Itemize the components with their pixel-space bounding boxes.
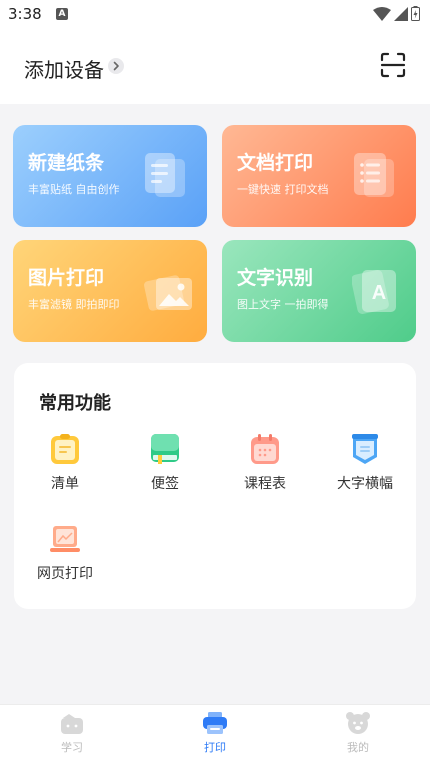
section-title: 常用功能 <box>39 393 111 414</box>
status-time: 3:38 <box>8 5 42 23</box>
text-recognition-card[interactable]: 文字识别 图上文字 一拍即得 A <box>222 240 416 342</box>
card-subtitle: 丰富滤镜 即拍即印 <box>28 298 120 311</box>
tab-label: 学习 <box>61 741 83 754</box>
banner-icon <box>352 434 378 464</box>
bottom-tab-bar: 学习 打印 我的 <box>0 704 430 764</box>
notebook-icon <box>151 434 179 464</box>
note-icon <box>145 153 185 197</box>
card-title: 文字识别 <box>237 267 314 289</box>
new-note-card[interactable]: 新建纸条 丰富贴纸 自由创作 <box>13 125 207 227</box>
func-checklist[interactable]: 清单 <box>20 433 110 493</box>
laptop-icon <box>50 526 80 552</box>
add-device-title[interactable]: 添加设备 <box>24 54 104 83</box>
card-title: 新建纸条 <box>28 152 105 174</box>
status-bar: 3:38 A <box>0 0 430 30</box>
func-web-print[interactable]: 网页打印 <box>20 523 110 583</box>
printer-icon <box>203 712 227 734</box>
notification-app-icon: A <box>56 8 68 20</box>
status-icons <box>373 6 420 21</box>
wifi-icon <box>373 6 391 21</box>
func-label: 大字横幅 <box>337 476 393 492</box>
clipboard-icon <box>51 434 79 464</box>
letter-a-glyph: A <box>372 282 386 304</box>
func-label: 清单 <box>51 476 79 492</box>
func-sticky-note[interactable]: 便签 <box>120 433 210 493</box>
tab-label: 打印 <box>204 741 226 754</box>
func-label: 网页打印 <box>37 566 93 582</box>
func-timetable[interactable]: 课程表 <box>220 433 310 493</box>
battery-icon <box>411 6 420 21</box>
calendar-icon <box>251 434 279 464</box>
tab-label: 我的 <box>347 741 369 754</box>
signal-icon <box>394 6 408 21</box>
card-title: 图片打印 <box>28 267 105 289</box>
tab-mine[interactable]: 我的 <box>318 711 398 755</box>
tab-print[interactable]: 打印 <box>175 711 255 755</box>
common-functions-panel: 常用功能 清单 便签 课程表 大字横幅 网页打印 <box>14 363 416 609</box>
card-subtitle: 一键快速 打印文档 <box>237 183 329 196</box>
study-icon <box>61 714 83 734</box>
func-label: 便签 <box>151 476 179 492</box>
card-title: 文档打印 <box>237 152 314 174</box>
chevron-right-icon[interactable] <box>108 58 124 74</box>
text-recognition-icon: A <box>352 270 396 314</box>
func-label: 课程表 <box>244 476 286 492</box>
card-subtitle: 丰富贴纸 自由创作 <box>28 183 120 196</box>
scan-icon[interactable] <box>380 52 406 78</box>
header: 添加设备 <box>0 30 430 104</box>
image-icon <box>144 275 192 311</box>
document-print-card[interactable]: 文档打印 一键快速 打印文档 <box>222 125 416 227</box>
card-subtitle: 图上文字 一拍即得 <box>237 298 329 311</box>
image-print-card[interactable]: 图片打印 丰富滤镜 即拍即印 <box>13 240 207 342</box>
func-banner[interactable]: 大字横幅 <box>320 433 410 493</box>
tab-study[interactable]: 学习 <box>32 711 112 755</box>
document-icon <box>354 153 394 197</box>
profile-bear-icon <box>346 712 370 734</box>
